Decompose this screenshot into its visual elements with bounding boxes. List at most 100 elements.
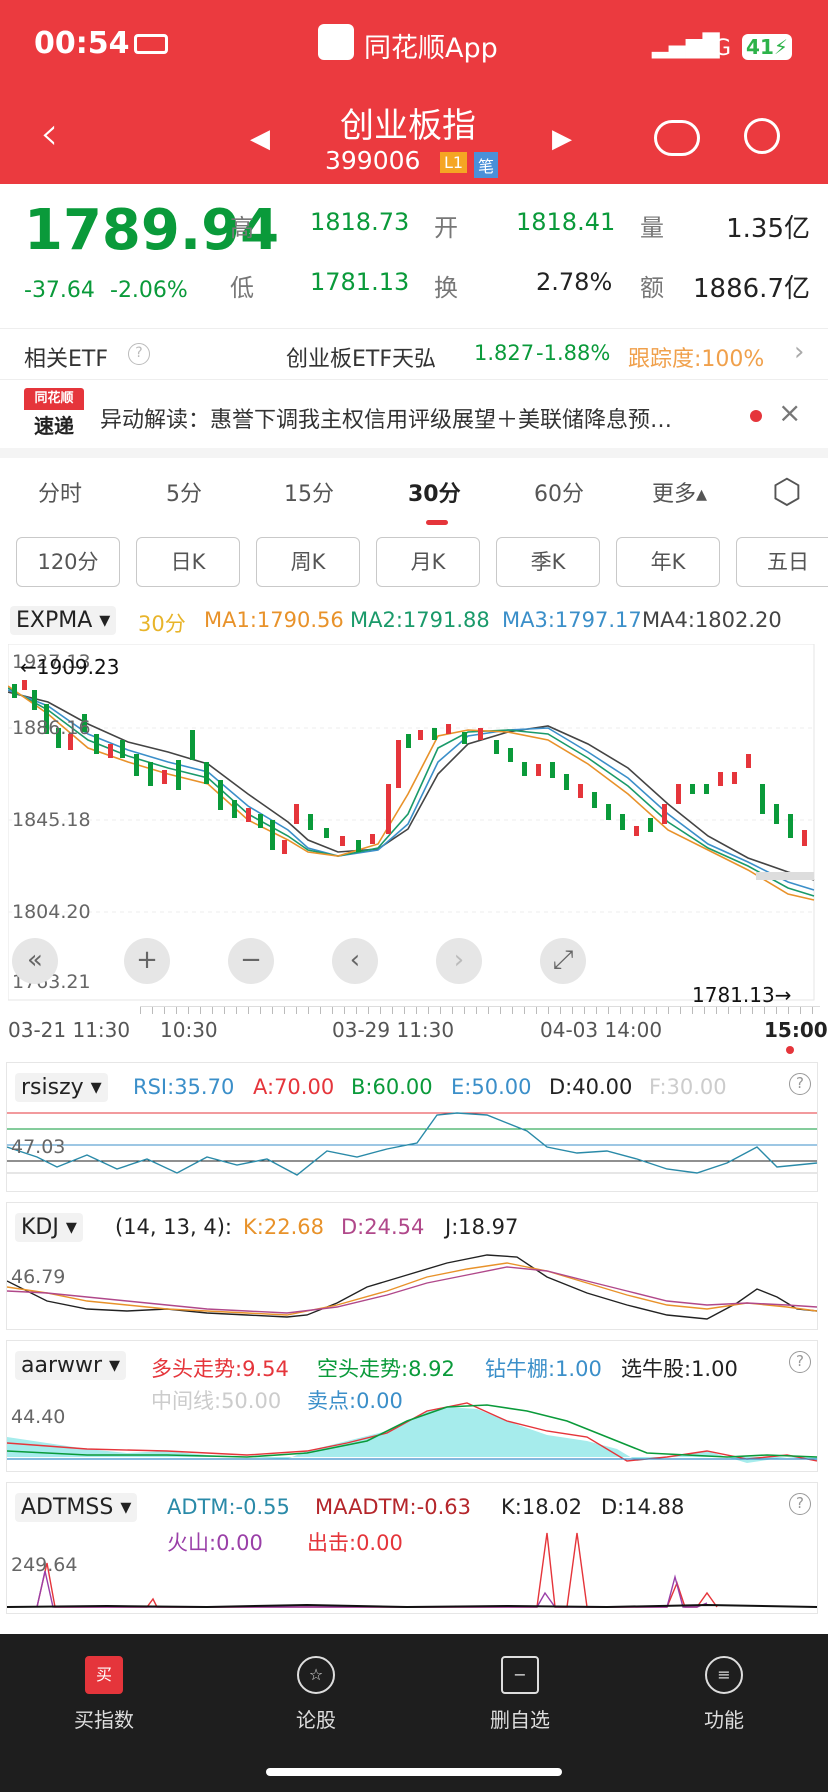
tab-30min[interactable]: 30分 (408, 476, 461, 508)
pill-week[interactable]: 周K (256, 537, 360, 587)
aarw-drill: 钻牛棚:1.00 (485, 1357, 602, 1381)
indicator-select-expma[interactable]: EXPMA ▾ (10, 606, 117, 635)
status-app-name: 同花顺App (364, 33, 498, 64)
tab-buy-index[interactable]: 买 买指数 (44, 1656, 164, 1733)
low-label: 低 (230, 274, 254, 302)
tab-remove-watch[interactable]: − 删自选 (460, 1656, 580, 1733)
kdj-j: J:18.97 (445, 1215, 519, 1239)
scroll-left-icon[interactable]: ‹ (332, 938, 378, 984)
turnover-value: 2.78% (536, 268, 613, 296)
tab-timeshare[interactable]: 分时 (38, 476, 82, 508)
close-icon[interactable]: × (778, 396, 801, 429)
help-icon[interactable]: ? (789, 1493, 811, 1515)
adtmss-indicator-label: ADTMSS (21, 1495, 114, 1520)
maadtm-value: MAADTM:-0.63 (315, 1495, 471, 1519)
network-label: 4G (700, 36, 732, 61)
open-value: 1818.41 (516, 208, 616, 236)
rsi-e: E:50.00 (451, 1075, 532, 1099)
aarwwr-chart: 44.40 (7, 1402, 817, 1463)
header-bar: 00:54 同花顺App ▂▄▆█ 4G 41⚡ ‹ ◀ 创业板指 399006… (0, 0, 828, 184)
kdj-indicator-label: KDJ (21, 1215, 59, 1240)
indicator-select-kdj[interactable]: KDJ ▾ (15, 1213, 83, 1242)
x-label-0: 03-21 11:30 (8, 1018, 131, 1042)
news-dot (750, 410, 762, 422)
settings-hex-icon[interactable]: ⬡ (772, 472, 802, 512)
scroll-right-icon[interactable]: › (436, 938, 482, 984)
help-icon[interactable]: ? (128, 343, 150, 365)
etf-change: -1.88% (536, 341, 611, 365)
robot-icon[interactable] (654, 120, 700, 156)
x-axis-ticks (140, 1006, 820, 1014)
ma3-label: MA3:1797.17 (502, 608, 642, 632)
next-stock-icon[interactable]: ▶ (552, 124, 572, 154)
tab-60min[interactable]: 60分 (534, 476, 584, 508)
kdj-panel: KDJ ▾ (14, 13, 4): K:22.68 D:24.54 J:18.… (6, 1202, 818, 1330)
news-headline[interactable]: 异动解读：惠誉下调我主权信用评级展望＋美联储降息预… (100, 402, 672, 434)
pill-day[interactable]: 日K (136, 537, 240, 587)
aarw-bear: 空头走势:8.92 (317, 1357, 455, 1381)
indicator-select-aarwwr[interactable]: aarwwr ▾ (15, 1351, 127, 1380)
adtm-k: K:18.02 (501, 1495, 582, 1519)
zoom-in-icon[interactable]: + (124, 938, 170, 984)
help-icon[interactable]: ? (789, 1073, 811, 1095)
amount-value: 1886.7亿 (693, 274, 810, 304)
period-tabs: 分时 5分 15分 30分 60分 更多▴ ⬡ (0, 458, 828, 528)
pill-five-day[interactable]: 五日 (736, 537, 828, 587)
tab-functions[interactable]: ≡ 功能 (664, 1656, 784, 1733)
related-etf-row[interactable]: 相关ETF ? 创业板ETF天弘 1.827 -1.88% 跟踪度:100% › (0, 328, 828, 380)
pen-badge: 笔 (474, 152, 499, 178)
etf-tracking: 跟踪度:100% (628, 347, 765, 372)
tab-15min[interactable]: 15分 (284, 476, 334, 508)
kdj-chart: 46.79 (7, 1254, 817, 1320)
tab-functions-label: 功能 (704, 1708, 744, 1732)
adtmss-panel: ADTMSS ▾ ADTM:-0.55 MAADTM:-0.63 K:18.02… (6, 1482, 818, 1614)
volume-label: 量 (640, 214, 664, 242)
prev-stock-icon[interactable]: ◀ (250, 124, 270, 154)
pill-year[interactable]: 年K (616, 537, 720, 587)
rsi-f: F:30.00 (649, 1075, 727, 1099)
rsi-panel: rsiszy ▾ RSI:35.70 A:70.00 B:60.00 E:50.… (6, 1062, 818, 1192)
pill-120min[interactable]: 120分 (16, 537, 120, 587)
zoom-out-icon[interactable]: − (228, 938, 274, 984)
tab-5min[interactable]: 5分 (166, 476, 202, 508)
change-value: -37.64 (24, 278, 95, 303)
low-marker: 1781.13→ (692, 983, 791, 1006)
tab-active-indicator (426, 520, 448, 525)
tab-more[interactable]: 更多▴ (652, 476, 707, 508)
app-logo-icon (318, 24, 354, 60)
back-icon[interactable]: ‹ (40, 110, 58, 156)
aarw-bull: 多头走势:9.54 (151, 1357, 289, 1381)
battery-icon: 41⚡ (742, 34, 792, 60)
stock-title: 创业板指 (340, 106, 476, 146)
kline-period-pills: 120分 日K 周K 月K 季K 年K 五日 (0, 528, 828, 596)
home-indicator (266, 1768, 562, 1776)
scroll-left-fast-icon[interactable]: « (12, 938, 58, 984)
etf-name: 创业板ETF天弘 (286, 347, 436, 372)
indicator-select-adtmss[interactable]: ADTMSS ▾ (15, 1493, 138, 1522)
fullscreen-icon[interactable]: ⤢ (540, 938, 586, 984)
pill-month[interactable]: 月K (376, 537, 480, 587)
tab-discuss[interactable]: ☆ 论股 (256, 1656, 376, 1733)
period-label: 30分 (138, 612, 186, 636)
minus-icon: − (501, 1656, 539, 1694)
adtm-d: D:14.88 (601, 1495, 685, 1519)
etf-label: 相关ETF (24, 347, 108, 372)
news-logo: 同花顺 速递 (24, 388, 84, 442)
news-row[interactable]: 同花顺 速递 异动解读：惠誉下调我主权信用评级展望＋美联储降息预… × (0, 382, 828, 448)
stock-code: 399006 (325, 146, 421, 175)
tab-discuss-label: 论股 (296, 1708, 336, 1732)
status-time: 00:54 (34, 26, 130, 61)
x-axis: 03-21 11:30 10:30 03-29 11:30 04-03 14:0… (0, 1006, 828, 1054)
aarwwr-panel: aarwwr ▾ 多头走势:9.54 空头走势:8.92 钻牛棚:1.00 选牛… (6, 1340, 818, 1472)
indicator-select-rsi[interactable]: rsiszy ▾ (15, 1073, 108, 1102)
rsi-indicator-label: rsiszy (21, 1075, 84, 1100)
help-icon[interactable]: ? (789, 1351, 811, 1373)
rsi-y-label: 47.03 (11, 1136, 65, 1158)
adtmss-chart: 249.64 (7, 1532, 817, 1609)
kdj-y-label: 46.79 (11, 1266, 65, 1288)
search-icon[interactable] (744, 118, 780, 154)
chevron-right-icon[interactable]: › (794, 337, 804, 367)
pill-quarter[interactable]: 季K (496, 537, 600, 587)
rsi-value: RSI:35.70 (133, 1075, 235, 1099)
volume-value: 1.35亿 (726, 214, 810, 244)
